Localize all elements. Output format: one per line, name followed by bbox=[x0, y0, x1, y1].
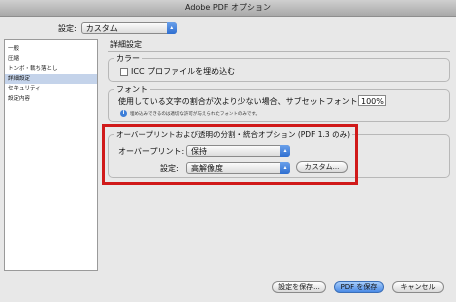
panel-title: 詳細設定 bbox=[110, 40, 142, 49]
sidebar-item-compression[interactable]: 圧縮 bbox=[5, 54, 97, 64]
icc-checkbox-row[interactable]: ICC プロファイルを埋め込む bbox=[120, 66, 235, 77]
sidebar-item-security[interactable]: セキュリティ bbox=[5, 84, 97, 94]
sidebar-item-marks-bleeds[interactable]: トンボ・裁ち落とし bbox=[5, 64, 97, 74]
panel-divider bbox=[108, 51, 450, 52]
sidebar-item-general[interactable]: 一般 bbox=[5, 44, 97, 54]
font-embed-note: 埋め込みできるのは適切な許可が与えられたフォントのみです。 bbox=[130, 112, 260, 117]
preset-row: 設定: カスタム ▴ bbox=[58, 21, 177, 35]
subset-label: 使用している文字の割合が次より少ない場合、サブセットフォントにする: bbox=[118, 97, 385, 106]
save-pdf-button[interactable]: PDF を保存 bbox=[334, 281, 384, 293]
pdf-options-dialog: Adobe PDF オプション 設定: カスタム ▴ 一般 圧縮 トンボ・裁ち落… bbox=[0, 0, 456, 302]
subset-percent-field[interactable]: 100% bbox=[358, 95, 386, 106]
sidebar-item-advanced[interactable]: 詳細設定 bbox=[5, 74, 97, 84]
info-icon: i bbox=[120, 110, 127, 117]
sidebar-item-summary[interactable]: 設定内容 bbox=[5, 94, 97, 104]
preset-label: 設定: bbox=[58, 23, 77, 33]
chevron-updown-icon: ▴ bbox=[166, 22, 177, 34]
icc-checkbox[interactable] bbox=[120, 67, 128, 76]
icc-checkbox-label: ICC プロファイルを埋め込む bbox=[131, 67, 236, 76]
color-group-title: カラー bbox=[114, 53, 142, 64]
save-settings-button[interactable]: 設定を保存... bbox=[272, 281, 326, 293]
red-highlight-box bbox=[102, 124, 358, 185]
font-group-title: フォント bbox=[114, 84, 150, 95]
cancel-button[interactable]: キャンセル bbox=[392, 281, 444, 293]
window-title: Adobe PDF オプション bbox=[0, 0, 456, 17]
preset-select[interactable]: カスタム ▴ bbox=[80, 22, 177, 34]
preset-value: カスタム bbox=[85, 24, 118, 33]
sidebar: 一般 圧縮 トンボ・裁ち落とし 詳細設定 セキュリティ 設定内容 bbox=[4, 39, 98, 271]
